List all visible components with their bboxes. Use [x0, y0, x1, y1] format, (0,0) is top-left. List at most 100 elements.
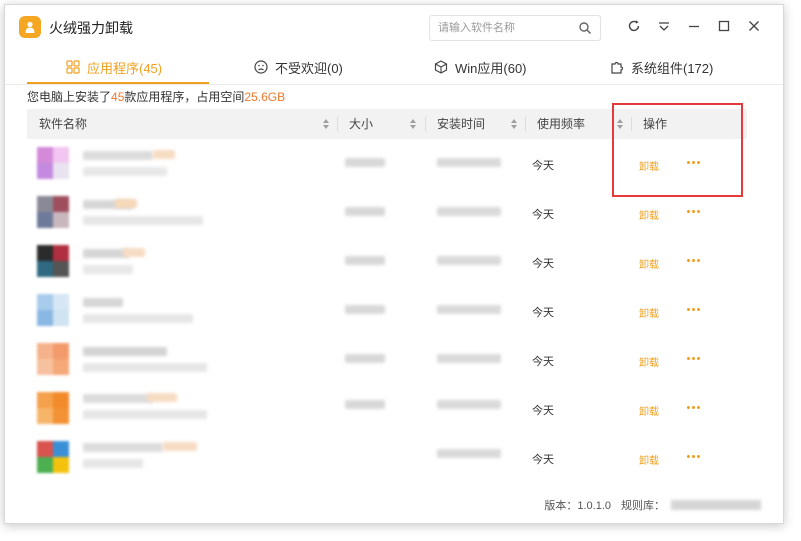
usage-frequency: 今天 [532, 258, 554, 270]
table-row[interactable]: 今天 卸载 [27, 433, 747, 482]
search-box[interactable] [429, 15, 601, 41]
blurred-install-time [437, 158, 501, 167]
close-icon[interactable] [745, 17, 763, 35]
blurred-publisher [83, 167, 167, 176]
table-row[interactable]: 今天 卸载 [27, 237, 747, 286]
app-icon-tile [37, 245, 53, 261]
app-icon-tile [37, 261, 53, 277]
app-icon-tile [53, 196, 69, 212]
app-logo-icon [19, 16, 41, 38]
app-icon-tile [37, 457, 53, 473]
column-divider [525, 117, 526, 131]
sort-icon[interactable] [410, 119, 416, 129]
tab-win-apps[interactable]: Win应用(60) [433, 49, 527, 85]
more-options-icon[interactable] [683, 250, 703, 270]
blurred-app-name [83, 347, 167, 356]
column-header-name[interactable]: 软件名称 [39, 109, 87, 139]
app-icon-tile [53, 359, 69, 375]
more-options-icon[interactable] [683, 299, 703, 319]
more-options-icon[interactable] [683, 397, 703, 417]
usage-frequency: 今天 [532, 160, 554, 172]
blurred-app-name [83, 443, 163, 452]
more-options-icon[interactable] [683, 348, 703, 368]
table-row[interactable]: 今天 卸载 [27, 384, 747, 433]
cube-icon [433, 59, 449, 75]
app-icon-tile [53, 457, 69, 473]
app-icon-tile [53, 163, 69, 179]
blurred-install-time [437, 207, 501, 216]
blurred-install-time [437, 256, 501, 265]
refresh-icon[interactable] [625, 17, 643, 35]
uninstall-button[interactable]: 卸载 [639, 403, 659, 418]
blurred-size [345, 305, 385, 314]
app-title: 火绒强力卸载 [49, 20, 133, 36]
title-bar: 火绒强力卸载 [5, 5, 783, 49]
app-icon-tile [37, 343, 53, 359]
blurred-library-version [671, 500, 761, 510]
uninstall-button[interactable]: 卸载 [639, 256, 659, 271]
app-icon-tile [53, 212, 69, 228]
usage-frequency: 今天 [532, 307, 554, 319]
uninstall-button[interactable]: 卸载 [639, 305, 659, 320]
sort-icon[interactable] [323, 119, 329, 129]
tab-system-components[interactable]: 系统组件(172) [609, 49, 713, 85]
table-row[interactable]: 今天 卸载 [27, 286, 747, 335]
uninstall-button[interactable]: 卸载 [639, 207, 659, 222]
column-header-frequency[interactable]: 使用频率 [537, 109, 585, 139]
sort-icon[interactable] [511, 119, 517, 129]
more-options-icon[interactable] [683, 446, 703, 466]
app-icon-tile [37, 359, 53, 375]
blurred-app-name [123, 248, 145, 257]
app-icon-tile [53, 441, 69, 457]
table-row[interactable]: 今天 卸载 [27, 335, 747, 384]
install-summary: 您电脑上安装了45款应用程序，占用空间25.6GB [27, 88, 285, 105]
app-icon [37, 147, 69, 179]
puzzle-icon [609, 59, 625, 75]
tab-label: Win应用(60) [455, 60, 527, 76]
maximize-icon[interactable] [715, 17, 733, 35]
column-divider [425, 117, 426, 131]
tab-label: 不受欢迎(0) [275, 60, 343, 76]
app-icon-tile [37, 392, 53, 408]
uninstall-button[interactable]: 卸载 [639, 354, 659, 369]
app-icon-tile [53, 392, 69, 408]
app-count: 45 [111, 90, 125, 104]
action-column-highlight [612, 103, 743, 197]
grid-icon [65, 59, 81, 75]
blurred-app-name [83, 151, 153, 160]
tab-applications[interactable]: 应用程序(45) [65, 49, 162, 85]
usage-frequency: 今天 [532, 454, 554, 466]
column-header-install-time[interactable]: 安装时间 [437, 109, 485, 139]
app-icon [37, 245, 69, 277]
app-icon [37, 441, 69, 473]
column-header-size[interactable]: 大小 [349, 109, 373, 139]
blurred-publisher [83, 459, 143, 468]
app-window: 火绒强力卸载 请输入软件名称 应用程序(45) 不受欢迎(0) Win应用(60… [4, 4, 784, 524]
app-icon [37, 196, 69, 228]
blurred-install-time [437, 305, 501, 314]
tab-label: 系统组件(172) [631, 60, 714, 76]
summary-middle: 款应用程序，占用空间 [124, 90, 245, 104]
blurred-publisher [83, 265, 133, 274]
blurred-app-name [153, 150, 175, 159]
active-tab-indicator [27, 82, 209, 84]
more-options-icon[interactable] [683, 201, 703, 221]
blurred-size [345, 400, 385, 409]
blurred-size [345, 354, 385, 363]
search-input[interactable] [438, 20, 568, 36]
blurred-publisher [83, 314, 193, 323]
tab-unwanted[interactable]: 不受欢迎(0) [253, 49, 343, 85]
blurred-app-name [115, 199, 137, 208]
uninstall-button[interactable]: 卸载 [639, 452, 659, 467]
minimize-icon[interactable] [685, 17, 703, 35]
column-divider [337, 117, 338, 131]
summary-prefix: 您电脑上安装了 [27, 90, 112, 104]
app-icon-tile [37, 441, 53, 457]
search-icon[interactable] [578, 21, 592, 35]
blurred-publisher [83, 363, 207, 372]
app-icon-tile [53, 147, 69, 163]
dropdown-menu-icon[interactable] [655, 17, 673, 35]
blurred-install-time [437, 449, 501, 458]
app-icon [37, 294, 69, 326]
app-icon-tile [53, 343, 69, 359]
